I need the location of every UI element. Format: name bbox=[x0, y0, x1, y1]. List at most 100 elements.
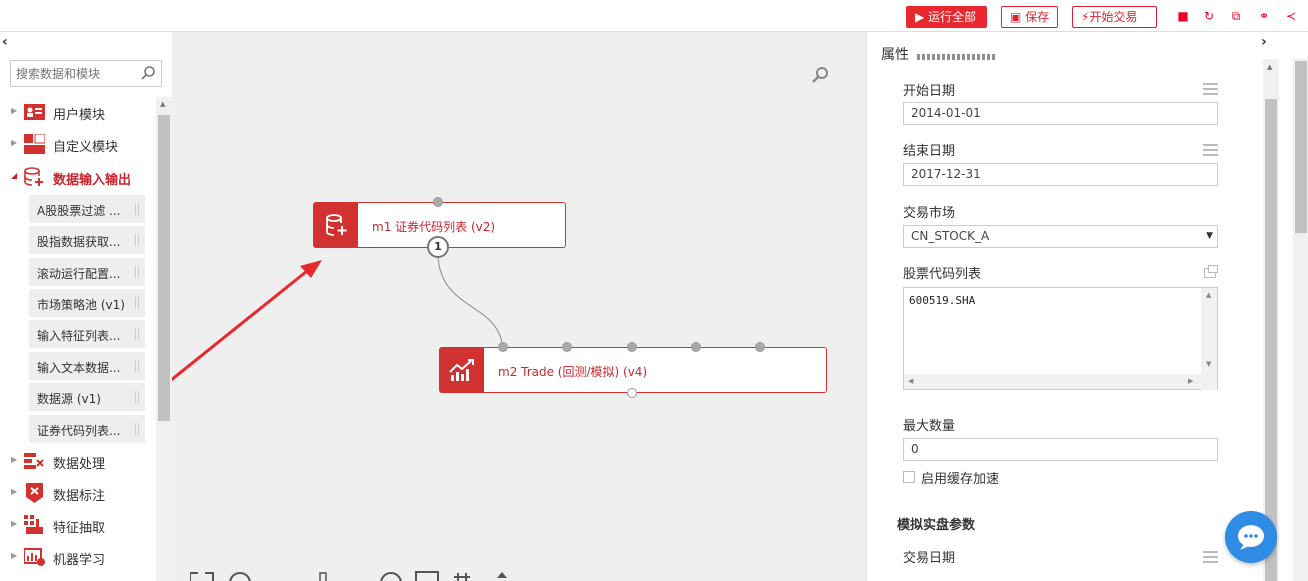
tree-item-label: 数据标注 bbox=[53, 489, 106, 504]
field-menu-icon[interactable] bbox=[1203, 83, 1218, 95]
stop-icon[interactable]: ■ bbox=[1176, 9, 1190, 23]
expand-arrow-icon[interactable]: ▶ bbox=[11, 138, 17, 147]
collapse-left-icon[interactable]: ‹ bbox=[2, 34, 8, 50]
link-icon[interactable]: ⚭ bbox=[1257, 9, 1271, 23]
node-m2-trade[interactable]: m2 Trade (回测/模拟) (v4) bbox=[439, 347, 827, 393]
expand-arrow-icon[interactable]: ▶ bbox=[11, 519, 17, 528]
market-label: 交易市场 bbox=[903, 206, 956, 221]
trade-date-label: 交易日期 bbox=[903, 551, 956, 566]
expand-editor-icon[interactable] bbox=[1204, 265, 1218, 278]
copy-icon[interactable]: ⧉ bbox=[1229, 9, 1243, 23]
tree-item-user-module[interactable]: ▶ 用户模块 bbox=[0, 97, 156, 127]
chat-support-button[interactable] bbox=[1225, 511, 1277, 563]
market-selected-value: CN_STOCK_A bbox=[911, 229, 990, 243]
drag-handle-icon[interactable] bbox=[135, 360, 139, 372]
page-scrollbar[interactable] bbox=[1293, 59, 1308, 581]
refresh-icon[interactable]: ↻ bbox=[1202, 9, 1216, 23]
expand-arrow-icon[interactable]: ▶ bbox=[11, 551, 17, 560]
tree-item-data-io[interactable]: ◢ 数据输入输出 bbox=[0, 162, 156, 192]
tree-item-data-label[interactable]: ▶ 数据标注 bbox=[0, 478, 156, 508]
market-select[interactable]: CN_STOCK_A ▼ bbox=[903, 225, 1218, 248]
run-all-button[interactable]: ▶ 运行全部 bbox=[906, 6, 987, 28]
input-port[interactable] bbox=[562, 342, 572, 352]
module-item-label: 股指数据获取... bbox=[37, 235, 121, 249]
module-item[interactable]: 输入特征列表... bbox=[29, 320, 145, 348]
clipped-header-text bbox=[917, 54, 997, 60]
field-menu-icon[interactable] bbox=[1203, 144, 1218, 156]
scroll-down-icon[interactable]: ▼ bbox=[1206, 360, 1211, 368]
scrollbar-thumb[interactable] bbox=[158, 115, 170, 421]
end-date-input[interactable]: 2017-12-31 bbox=[903, 163, 1218, 186]
scrollbar-thumb[interactable] bbox=[1295, 61, 1307, 233]
scroll-right-icon[interactable]: ▶ bbox=[1188, 377, 1193, 385]
module-item-label: 证券代码列表... bbox=[37, 424, 121, 438]
input-port[interactable] bbox=[755, 342, 765, 352]
drag-handle-icon[interactable] bbox=[135, 391, 139, 403]
cache-checkbox[interactable] bbox=[903, 471, 915, 483]
zoom-out-icon[interactable] bbox=[380, 572, 402, 581]
live-sim-section-title: 模拟实盘参数 bbox=[897, 518, 976, 533]
drag-handle-icon[interactable] bbox=[135, 297, 139, 309]
expand-arrow-icon[interactable]: ▶ bbox=[11, 455, 17, 464]
tree-item-feature-extract[interactable]: ▶ 特征抽取 bbox=[0, 510, 156, 540]
search-icon[interactable] bbox=[140, 65, 156, 81]
tree-item-data-process[interactable]: ▶ 数据处理 bbox=[0, 446, 156, 476]
zoom-in-icon[interactable] bbox=[229, 572, 251, 581]
workflow-canvas[interactable]: m1 证券代码列表 (v2) 1 m2 Trade (回测/模拟) (v4) bbox=[172, 32, 866, 581]
zoom-slider-icon[interactable] bbox=[319, 572, 327, 581]
properties-scrollbar[interactable]: ▲ bbox=[1263, 59, 1279, 581]
scroll-left-icon[interactable]: ◀ bbox=[908, 377, 913, 385]
input-port[interactable] bbox=[627, 342, 637, 352]
scroll-up-icon[interactable]: ▲ bbox=[1267, 63, 1272, 71]
module-item[interactable]: 股指数据获取... bbox=[29, 226, 145, 254]
save-button[interactable]: ▣ 保存 bbox=[1001, 6, 1058, 28]
module-item[interactable]: A股股票过滤 ... bbox=[29, 195, 145, 223]
connection-line bbox=[437, 256, 504, 351]
scrollbar-thumb[interactable] bbox=[1265, 99, 1277, 581]
module-search-input[interactable] bbox=[11, 61, 135, 86]
expand-arrow-icon[interactable]: ▶ bbox=[11, 106, 17, 115]
module-search[interactable] bbox=[10, 60, 162, 87]
module-panel-scrollbar[interactable]: ▲ bbox=[156, 97, 172, 581]
output-port-badge[interactable]: 1 bbox=[427, 236, 449, 258]
align-icon[interactable] bbox=[454, 573, 470, 581]
drag-handle-icon[interactable] bbox=[135, 266, 139, 278]
collapse-arrow-icon[interactable]: ◢ bbox=[11, 171, 17, 180]
minimap-icon[interactable] bbox=[415, 571, 439, 581]
scroll-up-icon[interactable]: ▲ bbox=[160, 100, 165, 108]
chevron-down-icon[interactable]: ▼ bbox=[1206, 226, 1213, 247]
tree-item-label: 用户模块 bbox=[53, 108, 106, 123]
tree-item-custom-module[interactable]: ▶ 自定义模块 bbox=[0, 129, 156, 159]
textarea-horizontal-scrollbar[interactable]: ◀ ▶ bbox=[904, 374, 1201, 389]
drag-handle-icon[interactable] bbox=[135, 234, 139, 246]
scroll-up-icon[interactable]: ▲ bbox=[1206, 291, 1211, 299]
start-date-input[interactable]: 2014-01-01 bbox=[903, 102, 1218, 125]
share-icon[interactable]: ≺ bbox=[1284, 9, 1298, 23]
upload-icon[interactable] bbox=[497, 572, 507, 578]
textarea-vertical-scrollbar[interactable]: ▲ ▼ bbox=[1201, 288, 1217, 374]
start-date-label: 开始日期 bbox=[903, 84, 956, 99]
module-item[interactable]: 市场策略池 (v1) bbox=[29, 289, 145, 317]
drag-handle-icon[interactable] bbox=[135, 423, 139, 435]
module-item[interactable]: 数据源 (v1) bbox=[29, 383, 145, 411]
module-item-securities-list[interactable]: 证券代码列表... bbox=[29, 415, 145, 443]
tree-item-machine-learning[interactable]: ▶ 机器学习 bbox=[0, 542, 156, 572]
module-item[interactable]: 输入文本数据... bbox=[29, 352, 145, 380]
canvas-bottom-toolbar[interactable] bbox=[190, 570, 520, 581]
start-trade-button[interactable]: ⚡开始交易 bbox=[1072, 6, 1157, 28]
field-menu-icon[interactable] bbox=[1203, 551, 1218, 563]
drag-handle-icon[interactable] bbox=[135, 203, 139, 215]
stock-codes-textarea[interactable]: 600519.SHA ▲ ▼ ◀ ▶ bbox=[903, 287, 1218, 390]
max-count-input[interactable]: 0 bbox=[903, 438, 1218, 461]
expand-arrow-icon[interactable]: ▶ bbox=[11, 487, 17, 496]
input-port[interactable] bbox=[691, 342, 701, 352]
collapse-right-icon[interactable]: › bbox=[1261, 34, 1267, 50]
tree-item-label: 自定义模块 bbox=[53, 140, 119, 155]
input-port[interactable] bbox=[498, 342, 508, 352]
input-port[interactable] bbox=[433, 197, 443, 207]
drag-handle-icon[interactable] bbox=[135, 328, 139, 340]
fit-icon[interactable] bbox=[190, 572, 214, 581]
chat-bubble-icon bbox=[1238, 525, 1264, 550]
output-port[interactable] bbox=[627, 388, 637, 398]
module-item[interactable]: 滚动运行配置... bbox=[29, 258, 145, 286]
